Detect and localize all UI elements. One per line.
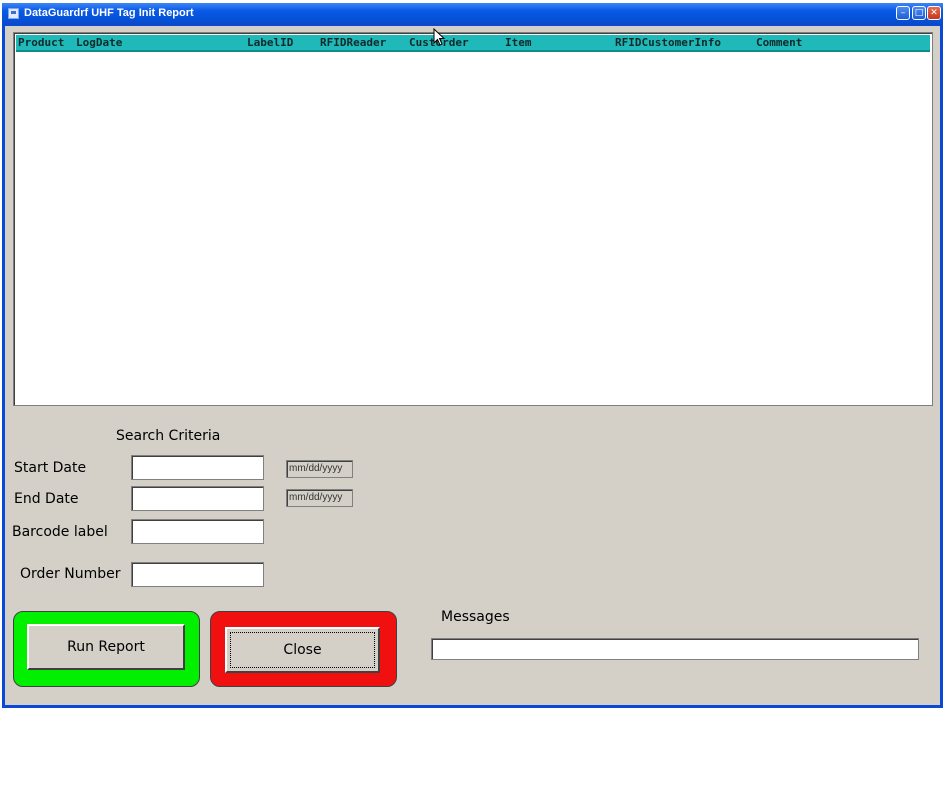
mouse-pointer-icon xyxy=(433,28,445,46)
end-date-input[interactable] xyxy=(131,486,264,511)
order-number-input[interactable] xyxy=(131,562,264,587)
start-date-label: Start Date xyxy=(14,460,87,476)
column-comment[interactable]: Comment xyxy=(756,36,802,49)
column-item[interactable]: Item xyxy=(505,36,532,49)
search-criteria-heading: Search Criteria xyxy=(116,428,221,444)
column-product[interactable]: Product xyxy=(18,36,64,49)
report-list[interactable]: Product LogDate LabelID RFIDReader CustO… xyxy=(13,32,933,406)
column-rfidcustomerinfo[interactable]: RFIDCustomerInfo xyxy=(615,36,721,49)
start-date-format-hint: mm/dd/yyyy xyxy=(286,460,353,478)
run-report-button[interactable]: Run Report xyxy=(27,624,185,670)
column-rfidreader[interactable]: RFIDReader xyxy=(320,36,386,49)
client-area: Product LogDate LabelID RFIDReader CustO… xyxy=(5,26,940,705)
close-button[interactable]: Close xyxy=(225,627,380,673)
end-date-label: End Date xyxy=(14,491,79,507)
close-frame: Close xyxy=(210,611,397,687)
close-window-button[interactable]: ✕ xyxy=(927,6,941,20)
barcode-input[interactable] xyxy=(131,519,264,544)
window-title: DataGuardrf UHF Tag Init Report xyxy=(24,7,194,19)
column-labelid[interactable]: LabelID xyxy=(247,36,293,49)
barcode-label: Barcode label xyxy=(12,524,108,540)
messages-field[interactable] xyxy=(431,638,919,660)
order-number-label: Order Number xyxy=(20,566,121,582)
maximize-button[interactable]: □ xyxy=(912,6,926,20)
list-header: Product LogDate LabelID RFIDReader CustO… xyxy=(16,35,930,52)
minimize-button[interactable]: – xyxy=(896,6,910,20)
messages-label: Messages xyxy=(441,609,510,625)
run-report-frame: Run Report xyxy=(13,611,200,687)
start-date-input[interactable] xyxy=(131,455,264,480)
app-icon[interactable] xyxy=(8,8,19,19)
title-bar[interactable]: DataGuardrf UHF Tag Init Report – □ ✕ xyxy=(2,3,943,25)
focus-rectangle xyxy=(230,632,375,668)
report-window: DataGuardrf UHF Tag Init Report – □ ✕ Pr… xyxy=(2,3,943,708)
column-logdate[interactable]: LogDate xyxy=(76,36,122,49)
end-date-format-hint: mm/dd/yyyy xyxy=(286,489,353,507)
